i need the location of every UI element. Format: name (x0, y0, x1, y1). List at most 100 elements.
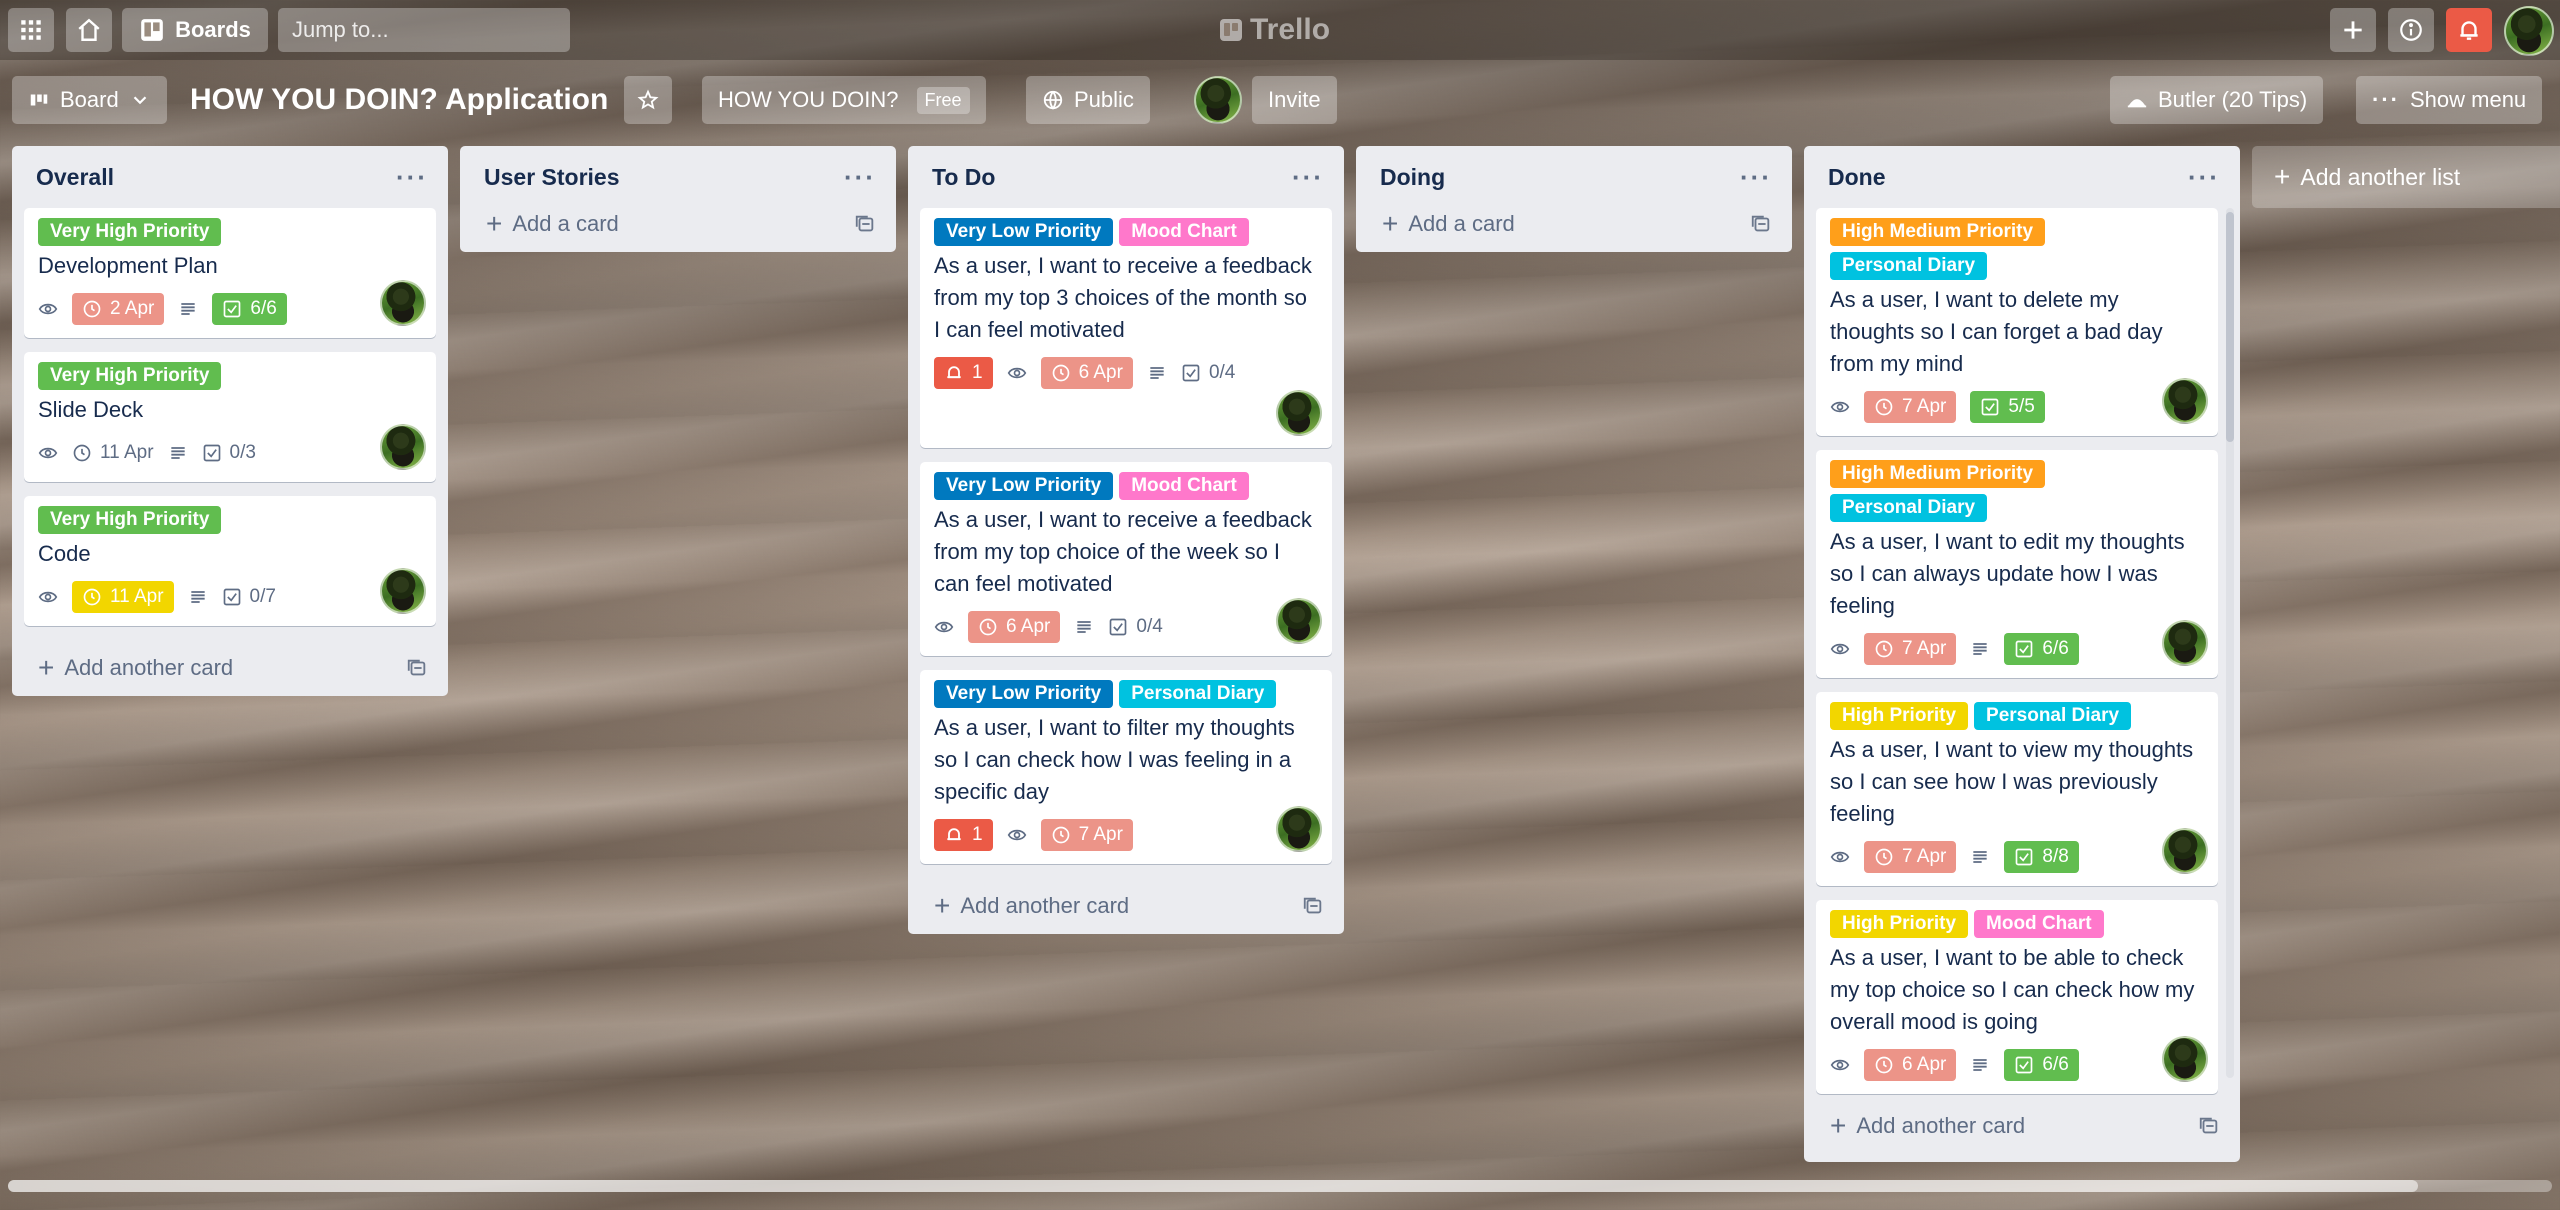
due-date-text: 2 Apr (110, 298, 155, 319)
card-member-avatar[interactable] (2162, 378, 2208, 424)
list-card[interactable]: Very High Priority Development Plan 2 Ap… (24, 208, 436, 338)
card-title: Code (38, 541, 91, 566)
list-title[interactable]: To Do (932, 164, 995, 191)
notification-badge: 1 (934, 357, 993, 389)
butler-button[interactable]: Butler (20 Tips) (2110, 76, 2324, 124)
checklist-count: 6/6 (2042, 638, 2069, 659)
board-title[interactable]: HOW YOU DOIN? Application (178, 76, 620, 124)
description-icon (1074, 617, 1094, 637)
trello-logo[interactable]: Trello (1220, 12, 1330, 48)
due-date-badge[interactable]: 7 Apr (1040, 819, 1133, 851)
list-menu-icon[interactable]: ··· (396, 162, 428, 193)
card-template-icon[interactable] (854, 213, 876, 235)
visibility-button[interactable]: Public (1026, 76, 1150, 124)
card-label: Personal Diary (1974, 702, 2132, 730)
done-cards-scroll-area[interactable]: High Medium Priority Personal Diary As a… (1804, 208, 2240, 1100)
card-title: Slide Deck (38, 397, 144, 422)
due-date-badge[interactable]: 6 Apr (1040, 357, 1133, 389)
due-date-badge[interactable]: 11 Apr (72, 581, 174, 613)
clock-icon (1875, 398, 1893, 416)
list-card[interactable]: High Medium Priority Personal Diary As a… (1816, 450, 2218, 678)
info-button[interactable] (2388, 8, 2434, 52)
list-card[interactable]: Very Low Priority Personal Diary As a us… (920, 670, 1332, 864)
checklist-badge: 0/4 (1108, 616, 1163, 638)
list-menu-icon[interactable]: ··· (2188, 162, 2220, 193)
due-date-badge[interactable]: 6 Apr (968, 611, 1061, 643)
list-card[interactable]: Very Low Priority Mood Chart As a user, … (920, 208, 1332, 448)
card-member-avatar[interactable] (1276, 598, 1322, 644)
card-member-avatar[interactable] (1276, 390, 1322, 436)
list-card[interactable]: Very Low Priority Mood Chart As a user, … (920, 462, 1332, 656)
search-input[interactable] (292, 17, 580, 43)
due-date-badge[interactable]: 7 Apr (1864, 633, 1957, 665)
list-card[interactable]: High Priority Personal Diary As a user, … (1816, 692, 2218, 886)
add-list-button[interactable]: + Add another list (2252, 146, 2560, 208)
add-card-button[interactable]: + Add another card (12, 640, 448, 696)
board-horizontal-scrollbar-thumb[interactable] (8, 1180, 2418, 1192)
done-list-scrollbar-thumb[interactable] (2226, 212, 2234, 442)
boards-icon (141, 19, 163, 41)
card-title: As a user, I want to edit my thoughts so… (1830, 529, 2185, 618)
add-card-button[interactable]: + Add another card (1804, 1098, 2240, 1154)
card-member-avatar[interactable] (2162, 828, 2208, 874)
due-date-badge[interactable]: 11 Apr (72, 442, 154, 464)
jump-to-search[interactable] (278, 8, 580, 52)
workspace-button[interactable]: HOW YOU DOIN? Free (702, 76, 986, 124)
add-card-button[interactable]: + Add another card (908, 878, 1344, 934)
list-title[interactable]: Doing (1380, 164, 1445, 191)
card-member-avatar[interactable] (2162, 1036, 2208, 1082)
notifications-button[interactable] (2446, 8, 2492, 52)
due-date-badge[interactable]: 7 Apr (1864, 391, 1957, 423)
checkbox-icon (1110, 618, 1127, 636)
board-member-avatar[interactable] (1194, 76, 1242, 124)
list-title[interactable]: Done (1828, 164, 1886, 191)
due-date-badge[interactable]: 6 Apr (1864, 1049, 1957, 1081)
due-date-text: 7 Apr (1078, 824, 1123, 845)
card-title: As a user, I want to receive a feedback … (934, 253, 1312, 342)
home-button[interactable] (66, 8, 112, 52)
card-title: As a user, I want to filter my thoughts … (934, 715, 1295, 804)
description-icon (168, 443, 188, 463)
card-template-icon[interactable] (1302, 895, 1324, 917)
clock-icon (1052, 826, 1069, 844)
card-template-icon[interactable] (2198, 1115, 2220, 1137)
create-button[interactable] (2330, 8, 2376, 52)
card-member-avatar[interactable] (1276, 806, 1322, 852)
card-member-avatar[interactable] (2162, 620, 2208, 666)
due-date-text: 11 Apr (100, 442, 154, 463)
add-card-button[interactable]: + Add a card (1356, 196, 1792, 252)
list-card[interactable]: High Medium Priority Personal Diary As a… (1816, 208, 2218, 436)
list-menu-icon[interactable]: ··· (844, 162, 876, 193)
due-date-badge[interactable]: 7 Apr (1864, 841, 1957, 873)
plus-icon: + (2274, 161, 2291, 192)
card-member-avatar[interactable] (380, 280, 426, 326)
list-card[interactable]: High Priority Mood Chart As a user, I wa… (1816, 900, 2218, 1094)
list-menu-icon[interactable]: ··· (1292, 162, 1324, 193)
card-template-icon[interactable] (1750, 213, 1772, 235)
clock-icon (1875, 848, 1893, 866)
show-menu-button[interactable]: ··· Show menu (2356, 76, 2543, 124)
card-title: As a user, I want to be able to check my… (1830, 945, 2195, 1034)
due-date-badge[interactable]: 2 Apr (72, 293, 165, 325)
boards-button[interactable]: Boards (122, 8, 268, 52)
list-menu-icon[interactable]: ··· (1740, 162, 1772, 193)
card-member-avatar[interactable] (380, 424, 426, 470)
bell-icon (2460, 21, 2478, 40)
apps-grid-button[interactable] (8, 8, 54, 52)
board-view-switcher[interactable]: Board (12, 76, 167, 124)
member-avatar[interactable] (2504, 6, 2554, 56)
clock-icon (979, 618, 997, 636)
watching-icon (1830, 639, 1850, 659)
list-title[interactable]: User Stories (484, 164, 620, 191)
notification-count: 1 (972, 824, 983, 845)
card-template-icon[interactable] (406, 657, 428, 679)
list-title[interactable]: Overall (36, 164, 114, 191)
card-member-avatar[interactable] (380, 568, 426, 614)
star-board-button[interactable] (624, 76, 672, 124)
invite-button[interactable]: Invite (1252, 76, 1337, 124)
list-card[interactable]: Very High Priority Code 11 Apr 0/7 (24, 496, 436, 626)
add-card-button[interactable]: + Add a card (460, 196, 896, 252)
list-card[interactable]: Very High Priority Slide Deck 11 Apr 0/3 (24, 352, 436, 482)
checklist-badge: 0/7 (222, 586, 276, 608)
checklist-count: 0/4 (1136, 616, 1163, 637)
